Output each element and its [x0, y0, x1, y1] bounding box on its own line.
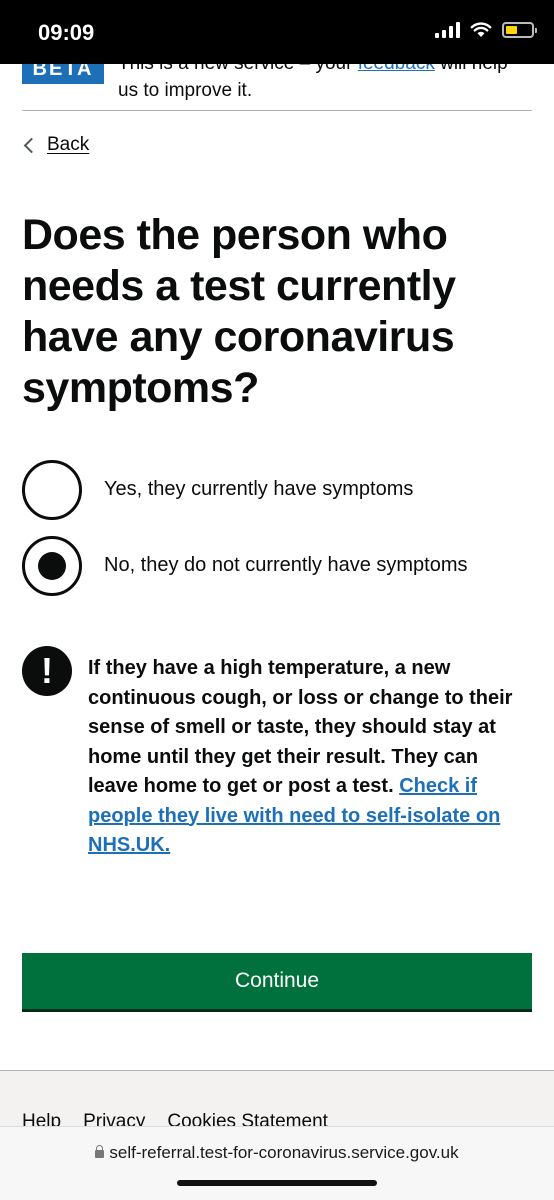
phase-banner: BETA This is a new service – your feedba…	[22, 64, 532, 111]
continue-button[interactable]: Continue	[22, 953, 532, 1009]
radio-no-label[interactable]: No, they do not currently have symptoms	[104, 536, 468, 580]
cellular-signal-icon	[435, 22, 460, 38]
beta-tag: BETA	[22, 64, 104, 84]
radio-yes-button[interactable]	[22, 460, 82, 520]
feedback-link[interactable]: feedback	[358, 64, 435, 74]
phase-text-before: This is a new service – your	[118, 64, 358, 74]
status-time: 09:09	[38, 20, 95, 45]
radio-no-button[interactable]	[22, 536, 82, 596]
url-text: self-referral.test-for-coronavirus.servi…	[109, 1143, 459, 1162]
exclamation-icon: !	[22, 646, 72, 696]
url-display[interactable]: self-referral.test-for-coronavirus.servi…	[0, 1143, 554, 1163]
radio-option-yes[interactable]: Yes, they currently have symptoms	[22, 460, 532, 520]
back-label: Back	[47, 134, 90, 155]
phase-banner-text: This is a new service – your feedback wi…	[118, 64, 518, 104]
chevron-left-icon	[23, 137, 40, 153]
symptoms-radio-group: Yes, they currently have symptoms No, th…	[22, 460, 532, 612]
status-bar: 09:09	[0, 0, 554, 64]
status-icons	[435, 22, 537, 38]
warning-text: If they have a high temperature, a new c…	[88, 654, 513, 861]
wifi-icon	[470, 22, 492, 37]
back-link[interactable]: Back	[22, 134, 89, 156]
home-indicator[interactable]	[177, 1180, 377, 1186]
warning-text-block: ! If they have a high temperature, a new…	[22, 646, 532, 861]
battery-icon	[502, 22, 537, 38]
lock-icon	[95, 1145, 105, 1158]
browser-url-bar[interactable]: self-referral.test-for-coronavirus.servi…	[0, 1126, 554, 1200]
radio-option-no[interactable]: No, they do not currently have symptoms	[22, 536, 532, 596]
radio-yes-label[interactable]: Yes, they currently have symptoms	[104, 460, 413, 504]
page-title: Does the person who needs a test current…	[22, 211, 456, 412]
